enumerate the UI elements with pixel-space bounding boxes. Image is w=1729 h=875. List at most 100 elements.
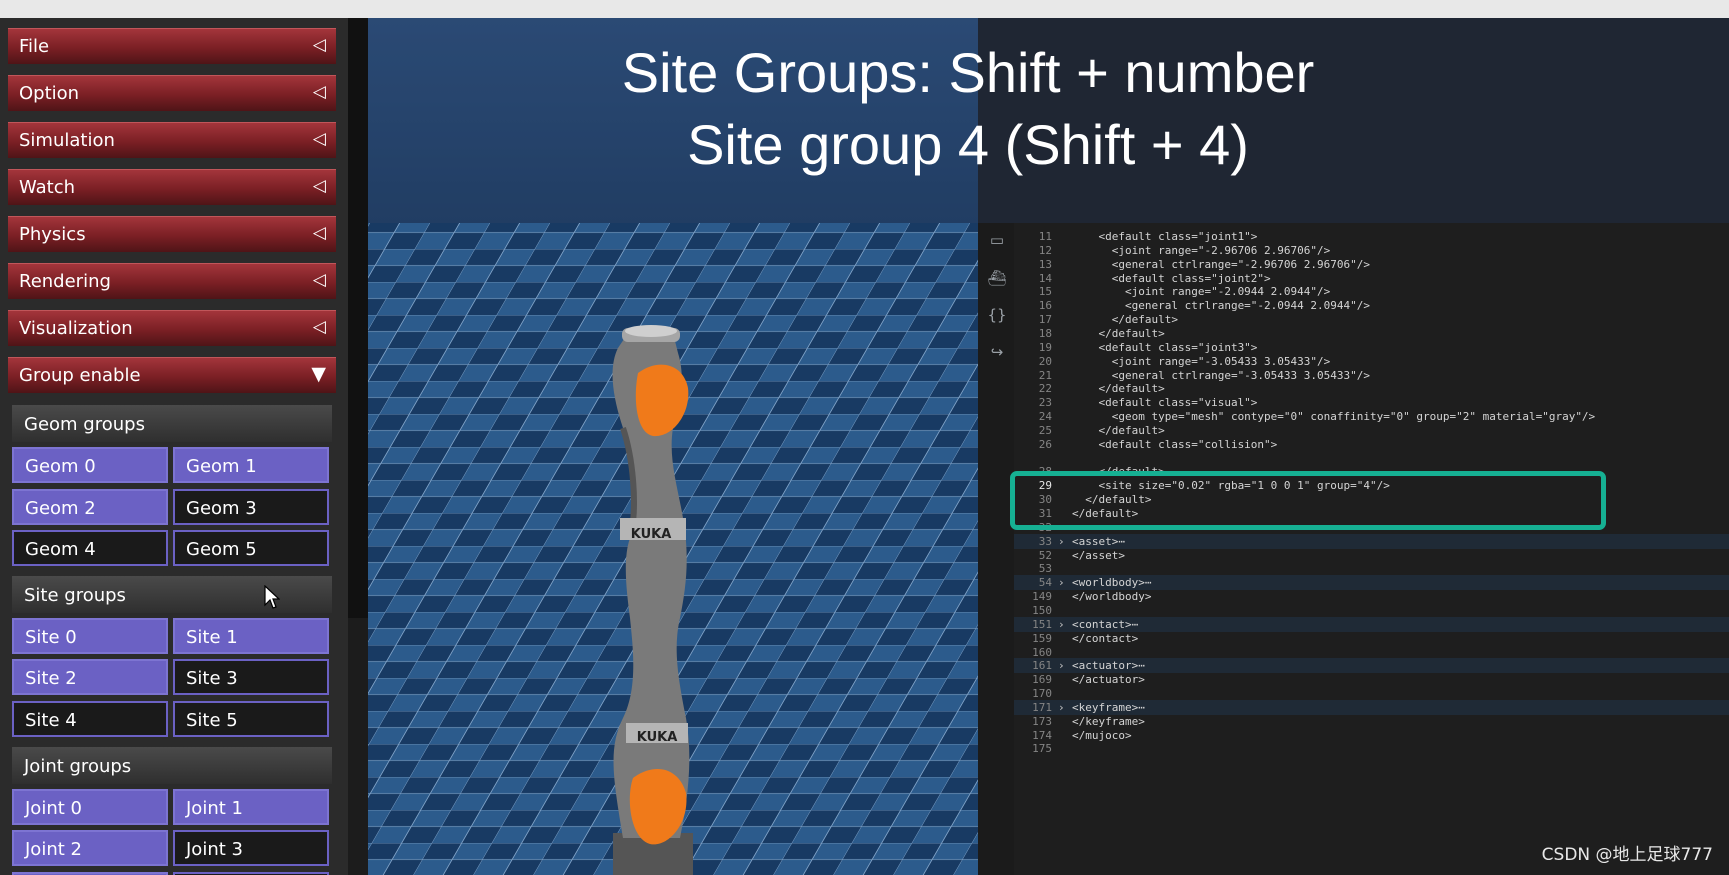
code-line[interactable]: 173 </keyframe>	[1014, 714, 1729, 729]
overlay-title-line-1: Site Groups: Shift + number	[621, 41, 1315, 104]
joint-2-toggle[interactable]: Joint 2	[12, 830, 168, 866]
code-line[interactable]: 13 <general ctrlrange="-2.96706 2.96706"…	[1014, 257, 1729, 272]
code-line[interactable]: 11 <default class="joint1">	[1014, 229, 1729, 244]
code-line[interactable]: 175	[1014, 741, 1729, 756]
code-line[interactable]: 161 › <actuator>⋯	[1014, 658, 1729, 674]
menu-physics[interactable]: Physics ◁	[8, 216, 336, 252]
menu-option[interactable]: Option ◁	[8, 75, 336, 111]
menu-rendering[interactable]: Rendering ◁	[8, 263, 336, 299]
site-4-toggle[interactable]: Site 4	[12, 701, 168, 737]
code-line[interactable]: 16 <general ctrlrange="-2.0944 2.0944"/>	[1014, 298, 1729, 313]
line-number: 175	[1032, 742, 1052, 756]
line-number: 150	[1032, 603, 1052, 617]
menu-group-enable[interactable]: Group enable ▼	[8, 357, 336, 393]
code-line[interactable]: 18 </default>	[1014, 326, 1729, 341]
code-line[interactable]: 52 </asset>	[1014, 548, 1729, 563]
geom-1-toggle[interactable]: Geom 1	[173, 447, 329, 483]
code-line[interactable]: 170	[1014, 686, 1729, 701]
geom-groups-header: Geom groups	[12, 405, 332, 442]
line-number: 160	[1032, 645, 1052, 659]
code-text: <joint range="-2.0944 2.0944"/>	[1072, 285, 1331, 299]
code-line[interactable]: 25 </default>	[1014, 423, 1729, 438]
panel-scrollbar-track[interactable]	[348, 618, 368, 875]
code-line[interactable]: 54 › <worldbody>⋯	[1014, 575, 1729, 591]
share-icon[interactable]: ↪	[987, 343, 1007, 363]
line-number: 12	[1038, 243, 1052, 257]
code-line[interactable]: 17 </default>	[1014, 312, 1729, 327]
code-line[interactable]: 21 <general ctrlrange="-3.05433 3.05433"…	[1014, 368, 1729, 383]
line-number: 33	[1038, 534, 1052, 548]
site-5-toggle[interactable]: Site 5	[173, 701, 329, 737]
code-line[interactable]: 150	[1014, 603, 1729, 618]
remote-explorer-icon[interactable]: ▭	[987, 231, 1007, 251]
site-0-toggle[interactable]: Site 0	[12, 618, 168, 654]
menu-simulation[interactable]: Simulation ◁	[8, 122, 336, 158]
collapse-arrow-icon: ◁	[312, 317, 326, 337]
geom-4-toggle[interactable]: Geom 4	[12, 530, 168, 566]
geom-2-toggle[interactable]: Geom 2	[12, 489, 168, 525]
geom-0-toggle[interactable]: Geom 0	[12, 447, 168, 483]
code-line[interactable]: 22 </default>	[1014, 381, 1729, 396]
code-line[interactable]: 174 </mujoco>	[1014, 728, 1729, 743]
json-icon[interactable]: {}	[987, 306, 1007, 326]
code-line[interactable]	[1014, 451, 1729, 466]
line-number: 14	[1038, 271, 1052, 285]
collapse-arrow-icon: ◁	[312, 82, 326, 102]
code-line[interactable]: 149 </worldbody>	[1014, 589, 1729, 604]
line-number: 24	[1038, 410, 1052, 424]
fold-chevron-icon[interactable]: ›	[1058, 617, 1065, 632]
line-number: 19	[1038, 340, 1052, 354]
menu-watch[interactable]: Watch ◁	[8, 169, 336, 205]
code-line[interactable]: 12 <joint range="-2.96706 2.96706"/>	[1014, 243, 1729, 258]
code-line[interactable]: 171 › <keyframe>⋯	[1014, 699, 1729, 715]
code-line[interactable]: 24 <geom type="mesh" contype="0" conaffi…	[1014, 409, 1729, 424]
code-text: </contact>	[1072, 631, 1139, 645]
line-number: 26	[1038, 437, 1052, 451]
fold-chevron-icon[interactable]: ›	[1058, 575, 1065, 590]
code-line[interactable]: 23 <default class="visual">	[1014, 395, 1729, 410]
code-line[interactable]: 26 <default class="collision">	[1014, 437, 1729, 452]
site-1-toggle[interactable]: Site 1	[173, 618, 329, 654]
docker-icon[interactable]: ⛴	[987, 269, 1007, 289]
activity-bar: ▭ ⛴ {} ↪	[978, 223, 1014, 875]
code-text: <default class="visual">	[1072, 396, 1258, 410]
fold-chevron-icon[interactable]: ›	[1058, 534, 1065, 549]
fold-chevron-icon[interactable]: ›	[1058, 700, 1065, 715]
line-number: 23	[1038, 396, 1052, 410]
code-text: <general ctrlrange="-3.05433 3.05433"/>	[1072, 368, 1371, 382]
menu-file[interactable]: File ◁	[8, 28, 336, 64]
code-line[interactable]: 33 › <asset>⋯	[1014, 533, 1729, 549]
code-text: </default>	[1072, 326, 1165, 340]
geom-3-toggle[interactable]: Geom 3	[173, 489, 329, 525]
code-line[interactable]: 151 › <contact>⋯	[1014, 616, 1729, 632]
line-number: 17	[1038, 313, 1052, 327]
site-3-toggle[interactable]: Site 3	[173, 659, 329, 695]
line-number: 159	[1032, 631, 1052, 645]
code-line[interactable]: 14 <default class="joint2">	[1014, 271, 1729, 286]
line-number: 16	[1038, 299, 1052, 313]
code-line[interactable]: 53	[1014, 561, 1729, 576]
code-line[interactable]: 20 <joint range="-3.05433 3.05433"/>	[1014, 354, 1729, 369]
code-text: <default class="joint2">	[1072, 271, 1271, 285]
code-line[interactable]: 159 </contact>	[1014, 631, 1729, 646]
code-line[interactable]: 19 <default class="joint3">	[1014, 340, 1729, 355]
joint-1-toggle[interactable]: Joint 1	[173, 789, 329, 825]
watermark: CSDN @地上足球777	[1541, 845, 1713, 865]
code-text: <geom type="mesh" contype="0" conaffinit…	[1072, 410, 1596, 424]
code-line[interactable]: 160	[1014, 645, 1729, 660]
joint-0-toggle[interactable]: Joint 0	[12, 789, 168, 825]
panel-scrollbar[interactable]	[348, 18, 368, 618]
geom-5-toggle[interactable]: Geom 5	[173, 530, 329, 566]
code-text: <default class="collision">	[1072, 437, 1278, 451]
code-line[interactable]: 15 <joint range="-2.0944 2.0944"/>	[1014, 284, 1729, 299]
line-number: 15	[1038, 285, 1052, 299]
fold-chevron-icon[interactable]: ›	[1058, 658, 1065, 673]
joint-3-toggle[interactable]: Joint 3	[173, 830, 329, 866]
line-number: 52	[1038, 548, 1052, 562]
site-2-toggle[interactable]: Site 2	[12, 659, 168, 695]
line-number: 151	[1032, 617, 1052, 631]
code-text: <default class="joint3">	[1072, 340, 1258, 354]
code-line[interactable]: 169 </actuator>	[1014, 672, 1729, 687]
menu-visualization[interactable]: Visualization ◁	[8, 310, 336, 346]
code-text: <joint range="-2.96706 2.96706"/>	[1072, 243, 1331, 257]
